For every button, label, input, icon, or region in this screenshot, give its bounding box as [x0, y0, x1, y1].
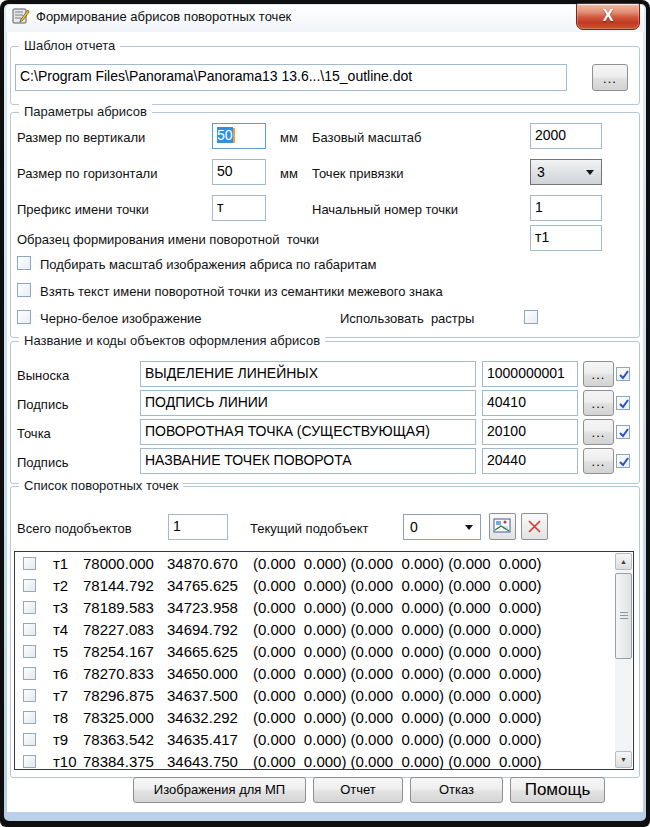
sample-name-input[interactable]: т1 [530, 225, 602, 251]
point-checkbox[interactable] [23, 623, 36, 636]
images-for-mp-button[interactable]: Изображения для МП [133, 777, 306, 803]
object-code-input[interactable]: 1000000001 [482, 361, 578, 387]
scroll-down-icon[interactable]: ▼ [615, 751, 632, 768]
point-checkbox[interactable] [23, 755, 36, 768]
object-name-input[interactable]: ПОВОРОТНАЯ ТОЧКА (СУЩЕСТВУЮЩАЯ) [140, 419, 476, 445]
object-code-input[interactable]: 20440 [482, 448, 578, 474]
take-text-checkbox[interactable] [17, 283, 31, 297]
group-report-template-label: Шаблон отчета [19, 38, 120, 53]
prefix-input[interactable]: т [212, 195, 266, 221]
base-scale-input[interactable]: 2000 [530, 123, 602, 149]
dialog-window: Формирование абрисов поворотных точек X … [0, 0, 650, 827]
take-text-checkbox-label: Взять текст имени поворотной точки из се… [40, 284, 443, 299]
size-horizontal-input[interactable]: 50 [212, 159, 266, 185]
object-row-label: Подпись [17, 455, 68, 470]
scrollbar[interactable]: ▲ ▼ [615, 553, 632, 768]
anchor-points-label: Точек привязки [312, 166, 403, 181]
image-tool-button[interactable] [489, 513, 516, 540]
object-row-label: Точка [17, 426, 51, 441]
point-row[interactable]: т678270.83334650.000(0.000 0.000) (0.000… [15, 663, 633, 685]
point-row[interactable]: т778296.87534637.500(0.000 0.000) (0.000… [15, 685, 633, 707]
size-vertical-input[interactable]: 50 [212, 123, 266, 149]
point-row[interactable]: т1078384.37534643.750(0.000 0.000) (0.00… [15, 751, 633, 770]
point-checkbox[interactable] [23, 667, 36, 680]
point-checkbox[interactable] [23, 645, 36, 658]
bw-image-checkbox[interactable] [17, 310, 31, 324]
window-title: Формирование абрисов поворотных точек [36, 9, 291, 24]
point-row[interactable]: т378189.58334723.958(0.000 0.000) (0.000… [15, 597, 633, 619]
template-path-input[interactable]: C:\Program Files\Panorama\Panorama13 13.… [15, 64, 567, 91]
prefix-label: Префикс имени точки [17, 202, 149, 217]
point-row[interactable]: т278144.79234765.625(0.000 0.000) (0.000… [15, 575, 633, 597]
object-browse-button[interactable]: ... [583, 361, 614, 387]
total-subobjects-label: Всего подобъектов [17, 521, 132, 536]
object-enabled-checkbox[interactable] [616, 367, 630, 381]
group-params-label: Параметры абрисов [19, 104, 152, 119]
cancel-button[interactable]: Отказ [410, 777, 503, 803]
delete-button[interactable] [521, 513, 548, 540]
help-button[interactable]: Помощь [510, 777, 605, 803]
point-checkbox[interactable] [23, 733, 36, 746]
point-checkbox[interactable] [23, 601, 36, 614]
current-subobject-label: Текущий подобъект [250, 521, 369, 536]
anchor-points-dropdown[interactable]: 3 [530, 159, 602, 185]
image-icon [493, 518, 512, 535]
size-vertical-unit: мм [280, 130, 298, 145]
check-icon [618, 456, 630, 468]
scroll-thumb[interactable] [615, 573, 632, 659]
object-browse-button[interactable]: ... [583, 419, 614, 445]
close-button[interactable]: X [576, 3, 640, 30]
point-row[interactable]: т578254.16734665.625(0.000 0.000) (0.000… [15, 641, 633, 663]
check-icon [618, 427, 630, 439]
bw-image-checkbox-label: Черно-белое изображение [40, 311, 202, 326]
point-checkbox[interactable] [23, 711, 36, 724]
points-list[interactable]: т178000.00034870.670(0.000 0.000) (0.000… [14, 551, 634, 770]
point-checkbox[interactable] [23, 689, 36, 702]
use-rasters-label: Использовать растры [340, 311, 474, 326]
chevron-down-icon [586, 170, 594, 175]
report-button[interactable]: Отчет [313, 777, 403, 803]
object-row-label: Подпись [17, 397, 68, 412]
point-checkbox[interactable] [23, 579, 36, 592]
check-icon [618, 398, 630, 410]
point-row[interactable]: т178000.00034870.670(0.000 0.000) (0.000… [15, 553, 633, 575]
delete-x-icon [527, 519, 542, 534]
object-code-input[interactable]: 20100 [482, 419, 578, 445]
object-browse-button[interactable]: ... [583, 448, 614, 474]
use-rasters-checkbox[interactable] [524, 310, 538, 324]
object-enabled-checkbox[interactable] [616, 454, 630, 468]
current-subobject-dropdown[interactable]: 0 [403, 514, 481, 540]
point-row[interactable]: т878325.00034632.292(0.000 0.000) (0.000… [15, 707, 633, 729]
object-code-input[interactable]: 40410 [482, 390, 578, 416]
point-row[interactable]: т478227.08334694.792(0.000 0.000) (0.000… [15, 619, 633, 641]
template-browse-button[interactable]: ... [592, 64, 628, 91]
chevron-down-icon [465, 525, 473, 530]
start-number-input[interactable]: 1 [530, 195, 602, 221]
size-horizontal-label: Размер по горизонтали [17, 166, 157, 181]
object-browse-button[interactable]: ... [583, 390, 614, 416]
object-name-input[interactable]: ВЫДЕЛЕНИЕ ЛИНЕЙНЫХ [140, 361, 476, 387]
app-icon [12, 8, 30, 24]
point-checkbox[interactable] [23, 557, 36, 570]
group-points-label: Список поворотных точек [19, 478, 183, 493]
sample-name-label: Образец формирования имени поворотной то… [17, 232, 319, 247]
object-row-label: Выноска [17, 368, 69, 383]
start-number-label: Начальный номер точки [312, 202, 458, 217]
check-icon [618, 369, 630, 381]
scroll-up-icon[interactable]: ▲ [615, 553, 632, 570]
base-scale-label: Базовый масштаб [312, 130, 421, 145]
fit-scale-checkbox[interactable] [17, 256, 31, 270]
object-enabled-checkbox[interactable] [616, 425, 630, 439]
object-enabled-checkbox[interactable] [616, 396, 630, 410]
fit-scale-checkbox-label: Подбирать масштаб изображения абриса по … [40, 257, 376, 272]
size-horizontal-unit: мм [280, 166, 298, 181]
total-subobjects-input[interactable]: 1 [168, 514, 228, 540]
object-name-input[interactable]: НАЗВАНИЕ ТОЧЕК ПОВОРОТА [140, 448, 476, 474]
text-caret [233, 128, 235, 143]
group-objects-label: Название и коды объектов оформления абри… [19, 333, 325, 348]
size-vertical-label: Размер по вертикали [17, 130, 145, 145]
point-row[interactable]: т978363.54234635.417(0.000 0.000) (0.000… [15, 729, 633, 751]
object-name-input[interactable]: ПОДПИСЬ ЛИНИИ [140, 390, 476, 416]
